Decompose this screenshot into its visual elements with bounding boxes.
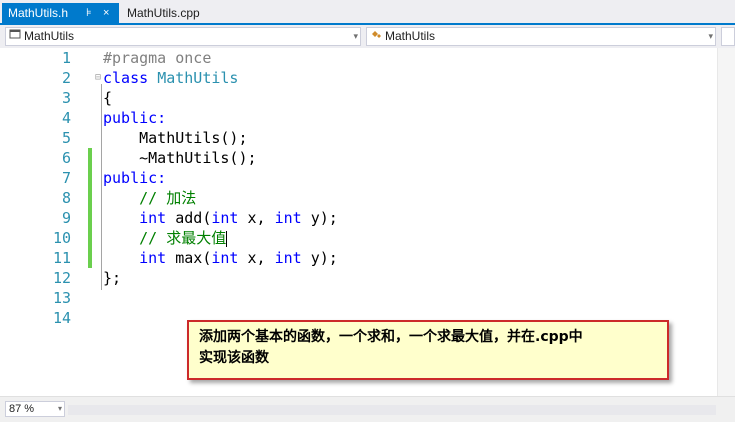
tab-mathutils-cpp[interactable]: MathUtils.cpp <box>121 3 221 25</box>
text-caret <box>226 230 228 247</box>
class-scope-dropdown[interactable]: MathUtils ▾ <box>366 27 716 46</box>
code-text: class MathUtils <box>103 68 238 88</box>
chevron-down-icon: ▾ <box>353 31 358 41</box>
line-number: 12 <box>52 269 71 287</box>
code-comment: // 加法 <box>103 189 197 207</box>
tab-mathutils-h[interactable]: MathUtils.h ⊧ × <box>2 3 119 25</box>
line-number: 13 <box>52 289 71 307</box>
annotation-line-2: 实现该函数 <box>199 350 269 366</box>
line-number: 6 <box>61 149 71 167</box>
line-number: 1 <box>61 49 71 67</box>
class-name: MathUtils <box>157 69 239 87</box>
keyword: int <box>211 209 239 227</box>
document-tab-bar: MathUtils.h ⊧ × MathUtils.cpp <box>0 0 735 25</box>
code-line: 4 public: <box>0 108 715 128</box>
line-number: 10 <box>52 229 71 247</box>
chevron-down-icon: ▾ <box>57 404 62 413</box>
editor-status-bar: 87 % ▾ <box>0 396 735 422</box>
keyword: int <box>139 249 167 267</box>
project-scope-dropdown[interactable]: MathUtils ▾ <box>5 27 361 46</box>
member-scope-dropdown[interactable] <box>721 27 735 46</box>
code-line: 7 public: <box>0 168 715 188</box>
code-line: 5 MathUtils(); <box>0 128 715 148</box>
annotation-line-1: 添加两个基本的函数，一个求和，一个求最大值，并在.cpp中 <box>199 329 583 345</box>
keyword: int <box>274 249 302 267</box>
code-line: 8 // 加法 <box>0 188 715 208</box>
line-number: 3 <box>61 89 71 107</box>
line-number: 14 <box>52 309 71 327</box>
keyword: int <box>139 209 167 227</box>
horizontal-scrollbar[interactable] <box>68 405 716 415</box>
code-fragment: x, <box>238 209 275 227</box>
line-number: 2 <box>61 69 71 87</box>
line-number: 8 <box>61 189 71 207</box>
tab-label: MathUtils.h <box>8 6 69 20</box>
code-line: 9 int add(int x, int y); <box>0 208 715 228</box>
code-fragment: y); <box>301 209 338 227</box>
code-text: MathUtils(); <box>103 129 248 147</box>
line-number: 9 <box>61 209 71 227</box>
project-icon <box>9 28 21 46</box>
keyword: class <box>103 69 149 87</box>
code-line: 6 ~MathUtils(); <box>0 148 715 168</box>
code-line: 2 ⊟ class MathUtils <box>0 68 715 88</box>
code-text: ~MathUtils(); <box>103 149 257 167</box>
zoom-dropdown[interactable]: 87 % ▾ <box>5 401 65 417</box>
code-text: public: <box>103 169 167 187</box>
pin-icon[interactable]: ⊧ <box>86 3 92 23</box>
vertical-scrollbar[interactable] <box>717 48 735 396</box>
class-icon <box>370 28 383 47</box>
tab-label: MathUtils.cpp <box>127 6 200 20</box>
zoom-value: 87 % <box>9 403 35 415</box>
class-scope-value: MathUtils <box>385 29 436 43</box>
code-text: public: <box>103 109 167 127</box>
code-fragment: add( <box>166 209 212 227</box>
keyword: int <box>274 209 302 227</box>
navigation-bar: MathUtils ▾ MathUtils ▾ <box>0 25 735 48</box>
code-text: { <box>103 89 113 107</box>
project-scope-value: MathUtils <box>24 29 75 43</box>
code-line: 12 }; <box>0 268 715 288</box>
code-text: int add(int x, int y); <box>103 208 338 228</box>
code-line: 10 // 求最大值 <box>0 228 715 248</box>
code-fragment: x, <box>238 249 275 267</box>
line-number: 7 <box>61 169 71 187</box>
code-line: 11 int max(int x, int y); <box>0 248 715 268</box>
line-number: 5 <box>61 129 71 147</box>
line-number: 11 <box>52 249 71 267</box>
code-line: 13 <box>0 288 715 308</box>
code-comment: // 求最大值 <box>103 229 227 247</box>
code-line: 1 #pragma once <box>0 48 715 68</box>
code-text: #pragma once <box>103 49 212 67</box>
close-icon[interactable]: × <box>103 3 109 23</box>
keyword: int <box>211 249 239 267</box>
chevron-down-icon: ▾ <box>708 31 713 41</box>
code-fragment: y); <box>301 249 338 267</box>
code-fragment: max( <box>166 249 212 267</box>
code-text: int max(int x, int y); <box>103 248 338 268</box>
annotation-callout: 添加两个基本的函数，一个求和，一个求最大值，并在.cpp中 实现该函数 <box>187 320 669 380</box>
code-line: 3 { <box>0 88 715 108</box>
code-text: }; <box>103 269 122 287</box>
line-number: 4 <box>61 109 71 127</box>
code-text: // 求最大值 <box>103 228 228 248</box>
